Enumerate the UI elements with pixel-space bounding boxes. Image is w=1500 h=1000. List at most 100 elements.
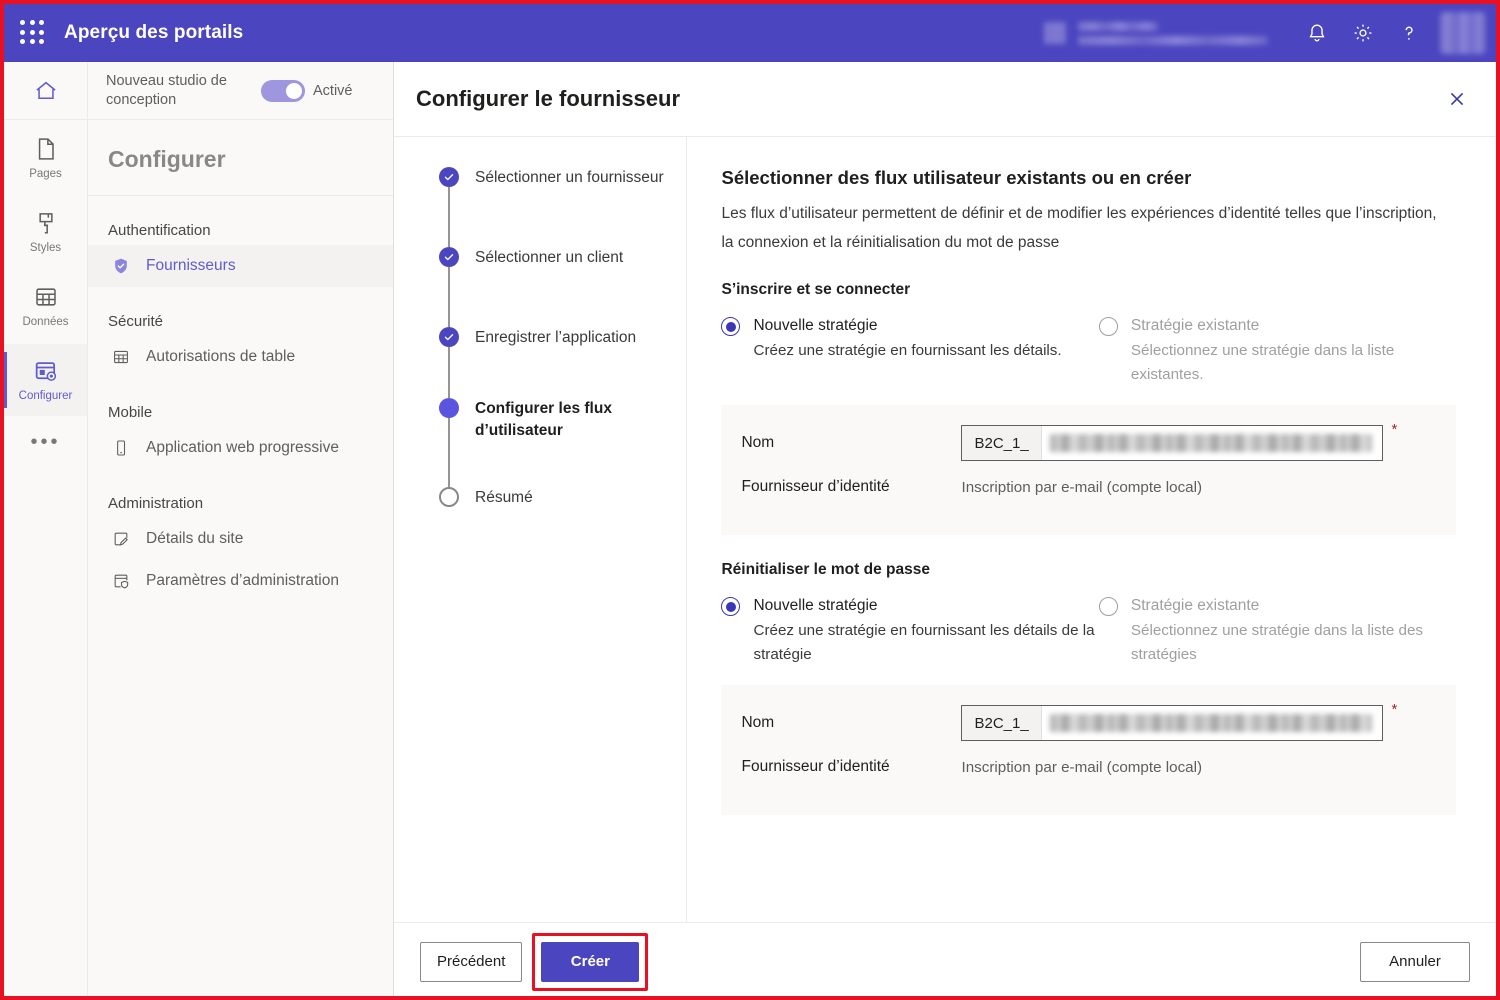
pane-description: Les flux d’utilisateur permettent de déf… — [721, 205, 1437, 251]
name-value-redacted[interactable] — [1049, 714, 1373, 732]
toggle-switch[interactable] — [261, 79, 305, 102]
policy-choice-group-signup: Nouvelle stratégie Créez une stratégie e… — [721, 315, 1462, 387]
nav-group-title-authentification: Authentification — [108, 222, 211, 239]
field-value-fournisseur-identite: Inscription par e-mail (compte local) — [961, 478, 1203, 496]
user-avatar-thumbnail — [1044, 22, 1066, 44]
mobile-phone-icon — [110, 437, 132, 459]
new-design-studio-toggle[interactable]: Activé — [261, 79, 353, 102]
sidebar-item-application-web-progressive[interactable]: Application web progressive — [88, 427, 393, 469]
field-label-nom: Nom — [741, 714, 775, 731]
radio-button[interactable] — [1098, 317, 1118, 336]
app-title: Aperçu des portails — [64, 22, 244, 43]
radio-label: Nouvelle stratégie — [753, 317, 878, 334]
sidebar-item-donnees[interactable]: Données — [4, 270, 87, 342]
required-asterisk: * — [1391, 421, 1398, 438]
sidebar-item-label: Détails du site — [146, 530, 244, 547]
dialog-header: Configurer le fournisseur — [394, 62, 1496, 136]
sidebar-item-label: Styles — [29, 242, 62, 255]
radio-option-existing-policy-password-reset[interactable]: Stratégie existante Sélectionnez une str… — [1098, 595, 1462, 667]
policy-name-input-signup[interactable]: B2C_1_ — [961, 425, 1384, 461]
name-value-redacted[interactable] — [1049, 434, 1373, 452]
wizard-stepper: Sélectionner un fournisseur Sélectionner… — [394, 137, 688, 922]
radio-label: Stratégie existante — [1130, 317, 1260, 334]
required-asterisk: * — [1391, 701, 1398, 718]
radio-label: Stratégie existante — [1130, 597, 1260, 614]
page-title: Configurer — [88, 120, 393, 196]
topbar-right-cluster — [1044, 4, 1496, 62]
configure-nav-panel: Nouveau studio de conception Activé Conf… — [88, 62, 394, 996]
step-label: Enregistrer l’application — [475, 329, 637, 346]
top-app-bar: Aperçu des portails — [4, 4, 1496, 62]
step-item[interactable]: Configurer les flux d’utilisateur — [439, 398, 686, 487]
step-item[interactable]: Sélectionner un fournisseur — [439, 167, 686, 247]
nav-group-title-securite: Sécurité — [108, 313, 164, 330]
settings-gear-icon[interactable] — [1340, 4, 1386, 62]
sidebar-item-label: Autorisations de table — [146, 348, 296, 365]
create-button[interactable]: Créer — [541, 941, 640, 982]
close-x-icon[interactable] — [1440, 82, 1474, 116]
left-icon-rail: Pages Styles Données Configurer ••• — [4, 62, 88, 996]
sidebar-item-label: Application web progressive — [146, 439, 339, 456]
home-icon[interactable] — [4, 62, 87, 120]
dialog-body: Sélectionner un fournisseur Sélectionner… — [394, 136, 1496, 922]
new-design-studio-row: Nouveau studio de conception Activé — [88, 62, 393, 120]
paint-brush-icon — [38, 213, 53, 234]
cancel-button[interactable]: Annuler — [1360, 941, 1470, 982]
previous-button[interactable]: Précédent — [420, 941, 523, 982]
radio-sublabel: Créez une stratégie en fournissant les d… — [753, 342, 1062, 359]
step-status-todo-icon — [439, 487, 459, 507]
table-grid-icon — [35, 288, 56, 306]
profile-picture-avatar[interactable] — [1440, 12, 1486, 54]
name-prefix: B2C_1_ — [962, 426, 1042, 460]
application-window: Aperçu des portails Pages Styles Données… — [0, 0, 1500, 1000]
radio-button[interactable] — [721, 317, 741, 336]
page-document-icon — [38, 138, 54, 160]
sidebar-item-styles[interactable]: Styles — [4, 196, 87, 268]
sidebar-item-autorisations-de-table[interactable]: Autorisations de table — [88, 336, 393, 378]
create-button-highlight: Créer — [532, 932, 649, 991]
sidebar-item-fournisseurs[interactable]: Fournisseurs — [88, 245, 393, 287]
sidebar-item-details-du-site[interactable]: Détails du site — [88, 518, 393, 560]
radio-button[interactable] — [721, 597, 741, 616]
section-title-signup-signin: S’inscrire et se connecter — [721, 281, 911, 298]
radio-option-new-policy-signup[interactable]: Nouvelle stratégie Créez une stratégie e… — [721, 315, 1098, 387]
radio-option-existing-policy-signup[interactable]: Stratégie existante Sélectionnez une str… — [1098, 315, 1462, 387]
sidebar-item-configurer[interactable]: Configurer — [4, 344, 87, 416]
radio-option-new-policy-password-reset[interactable]: Nouvelle stratégie Créez une stratégie e… — [721, 595, 1098, 667]
step-status-done-icon — [439, 247, 459, 267]
dialog-footer: Précédent Créer Annuler — [394, 922, 1496, 996]
policy-choice-group-password-reset: Nouvelle stratégie Créez une stratégie e… — [721, 595, 1462, 667]
policy-form-signup: Nom B2C_1_ * Fournisseur d’identité Insc… — [721, 405, 1457, 535]
step-item[interactable]: Sélectionner un client — [439, 247, 686, 327]
step-status-done-icon — [439, 327, 459, 347]
pane-heading: Sélectionner des flux utilisateur exista… — [721, 167, 1192, 188]
sidebar-item-label: Données — [22, 316, 69, 329]
rail-more-options-icon[interactable]: ••• — [4, 416, 87, 468]
step-label: Résumé — [475, 489, 533, 506]
table-grid-icon — [110, 346, 132, 368]
user-org-redacted — [1078, 35, 1268, 45]
field-label-fournisseur-identite: Fournisseur d’identité — [741, 758, 890, 775]
nav-group-title-administration: Administration — [108, 495, 204, 512]
form-row-name: Nom B2C_1_ * — [721, 421, 1456, 465]
form-row-name: Nom B2C_1_ * — [721, 701, 1456, 745]
field-label-fournisseur-identite: Fournisseur d’identité — [741, 478, 890, 495]
radio-sublabel: Créez une stratégie en fournissant les d… — [753, 622, 1095, 663]
user-account-info[interactable] — [1044, 21, 1268, 45]
step-label: Sélectionner un fournisseur — [475, 169, 664, 186]
radio-sublabel: Sélectionnez une stratégie dans la liste… — [1130, 622, 1424, 663]
field-label-nom: Nom — [741, 434, 775, 451]
sidebar-item-pages[interactable]: Pages — [4, 122, 87, 194]
sidebar-item-parametres-d-administration[interactable]: Paramètres d’administration — [88, 560, 393, 602]
app-launcher-grid-icon[interactable] — [20, 20, 46, 46]
step-status-done-icon — [439, 167, 459, 187]
step-item[interactable]: Enregistrer l’application — [439, 327, 686, 398]
step-item[interactable]: Résumé — [439, 487, 686, 509]
configure-provider-dialog: Configurer le fournisseur Sélectionner u… — [394, 62, 1496, 996]
radio-label: Nouvelle stratégie — [753, 597, 878, 614]
notifications-bell-icon[interactable] — [1294, 4, 1340, 62]
policy-name-input-password-reset[interactable]: B2C_1_ — [961, 705, 1384, 741]
help-question-icon[interactable] — [1386, 4, 1432, 62]
nav-group-title-mobile: Mobile — [108, 404, 153, 421]
radio-button[interactable] — [1098, 597, 1118, 616]
